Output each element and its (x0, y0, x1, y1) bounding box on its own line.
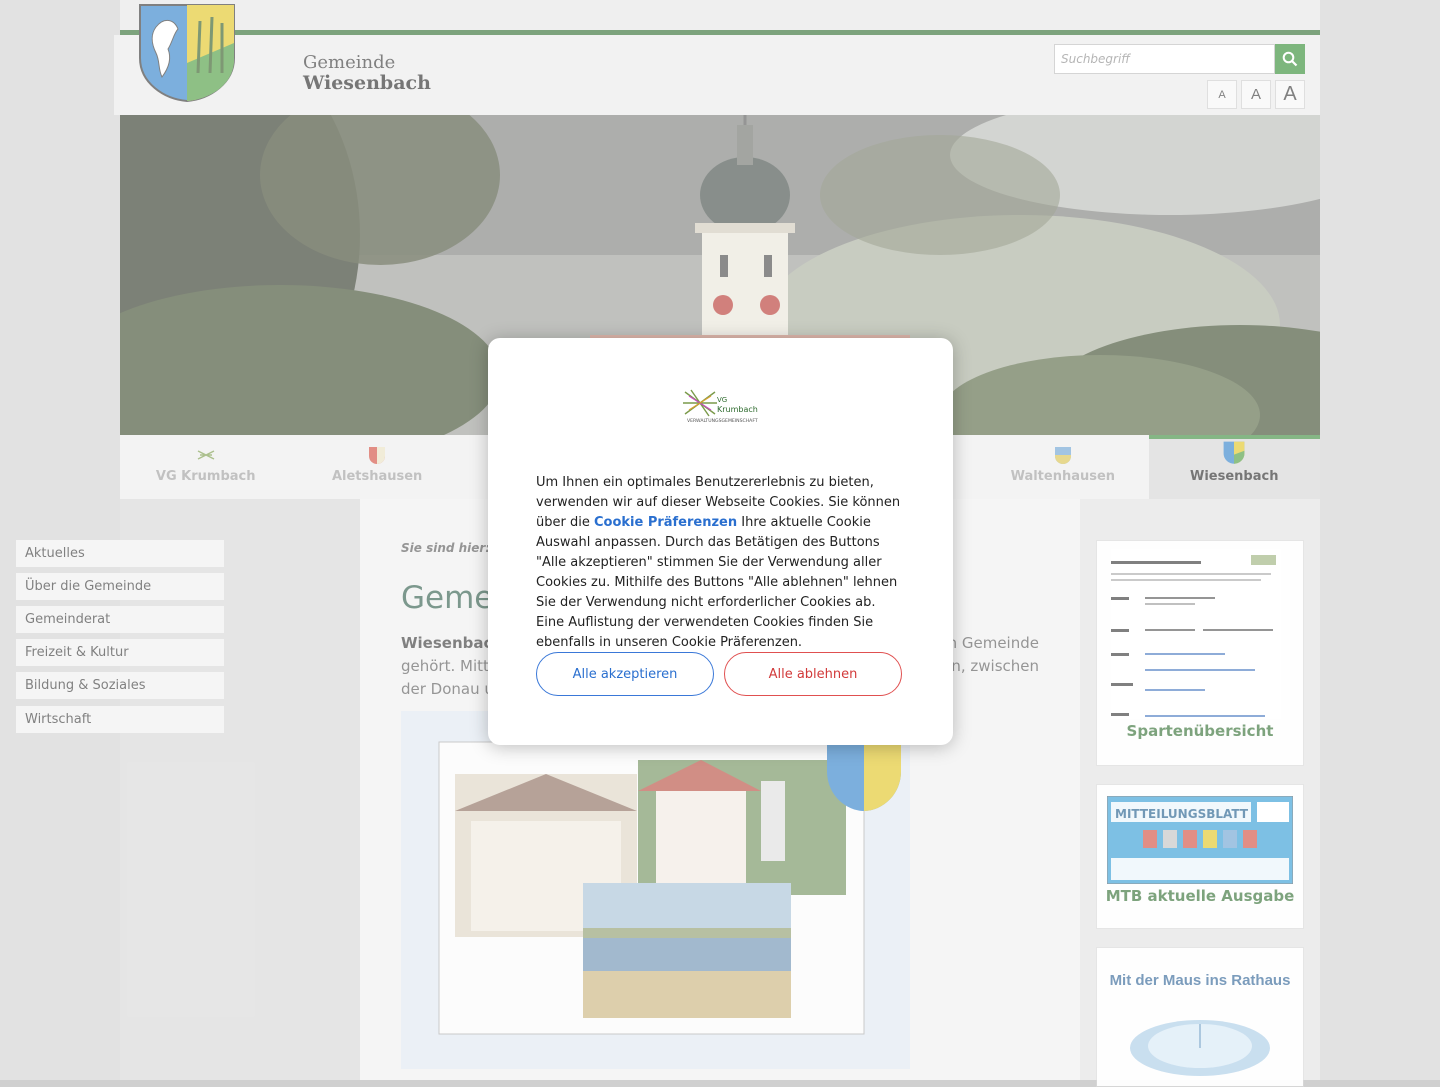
reject-all-button[interactable]: Alle ablehnen (724, 652, 902, 696)
cookie-text-part2: Ihre aktuelle Cookie Auswahl anpassen. D… (536, 515, 898, 650)
cookie-preferences-link[interactable]: Cookie Präferenzen (594, 515, 737, 530)
logo-vg: VG (717, 396, 727, 404)
cookie-text: Um Ihnen ein optimales Benutzererlebnis … (536, 473, 906, 653)
logo-subtitle: VERWALTUNGSGEMEINSCHAFT (687, 418, 758, 424)
vg-krumbach-logo: VG Krumbach VERWALTUNGSGEMEINSCHAFT (683, 389, 758, 424)
accept-all-button[interactable]: Alle akzeptieren (536, 652, 714, 696)
cookie-consent-dialog: VG Krumbach VERWALTUNGSGEMEINSCHAFT Um I… (488, 338, 953, 745)
logo-krumbach: Krumbach (717, 405, 758, 414)
